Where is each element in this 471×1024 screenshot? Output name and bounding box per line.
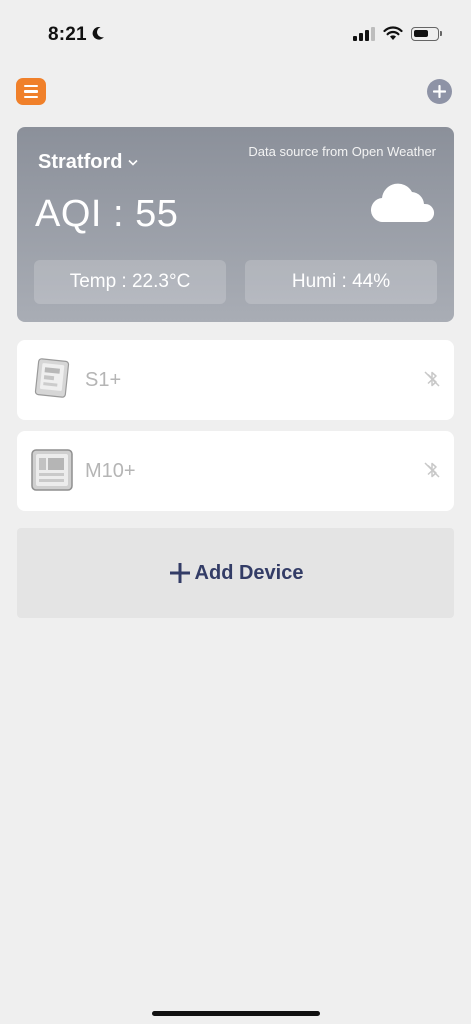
city-name: Stratford xyxy=(38,151,123,173)
moon-icon xyxy=(92,26,104,40)
device-card-s1-plus[interactable]: S1+ xyxy=(17,340,454,420)
hamburger-menu-icon xyxy=(24,84,38,88)
cellular-signal-icon xyxy=(353,26,375,41)
status-time: 8:21 xyxy=(48,24,87,45)
s1-plus-device-icon xyxy=(34,358,70,398)
home-indicator[interactable] xyxy=(152,1011,320,1016)
device-name: M10+ xyxy=(85,460,136,482)
weather-card: Stratford Data source from Open Weather … xyxy=(17,127,454,322)
bluetooth-disconnected-icon xyxy=(424,371,440,387)
humidity-value: Humi : 44% xyxy=(291,271,391,292)
battery-icon xyxy=(411,26,442,41)
cloud-icon xyxy=(370,183,435,223)
bluetooth-disconnected-icon xyxy=(424,462,440,478)
status-icons xyxy=(353,26,442,41)
plus-circle-icon xyxy=(433,85,446,98)
add-button[interactable] xyxy=(427,79,452,104)
m10-plus-device-icon xyxy=(31,449,73,491)
device-name: S1+ xyxy=(85,369,122,391)
humidity-box: Humi : 44% xyxy=(245,260,437,304)
wifi-icon xyxy=(383,26,403,40)
menu-button[interactable] xyxy=(16,78,46,105)
plus-icon xyxy=(169,563,190,583)
city-selector[interactable]: Stratford xyxy=(38,151,139,174)
data-source-label: Data source from Open Weather xyxy=(248,144,436,159)
chevron-down-icon xyxy=(128,159,139,166)
add-device-button[interactable]: Add Device xyxy=(17,528,454,618)
status-bar: 8:21 xyxy=(0,0,471,70)
device-card-m10-plus[interactable]: M10+ xyxy=(17,431,454,511)
aqi-value: AQI : 55 xyxy=(35,193,179,235)
add-device-label: Add Device xyxy=(194,561,304,584)
temperature-box: Temp : 22.3°C xyxy=(34,260,226,304)
temperature-value: Temp : 22.3°C xyxy=(69,271,191,292)
